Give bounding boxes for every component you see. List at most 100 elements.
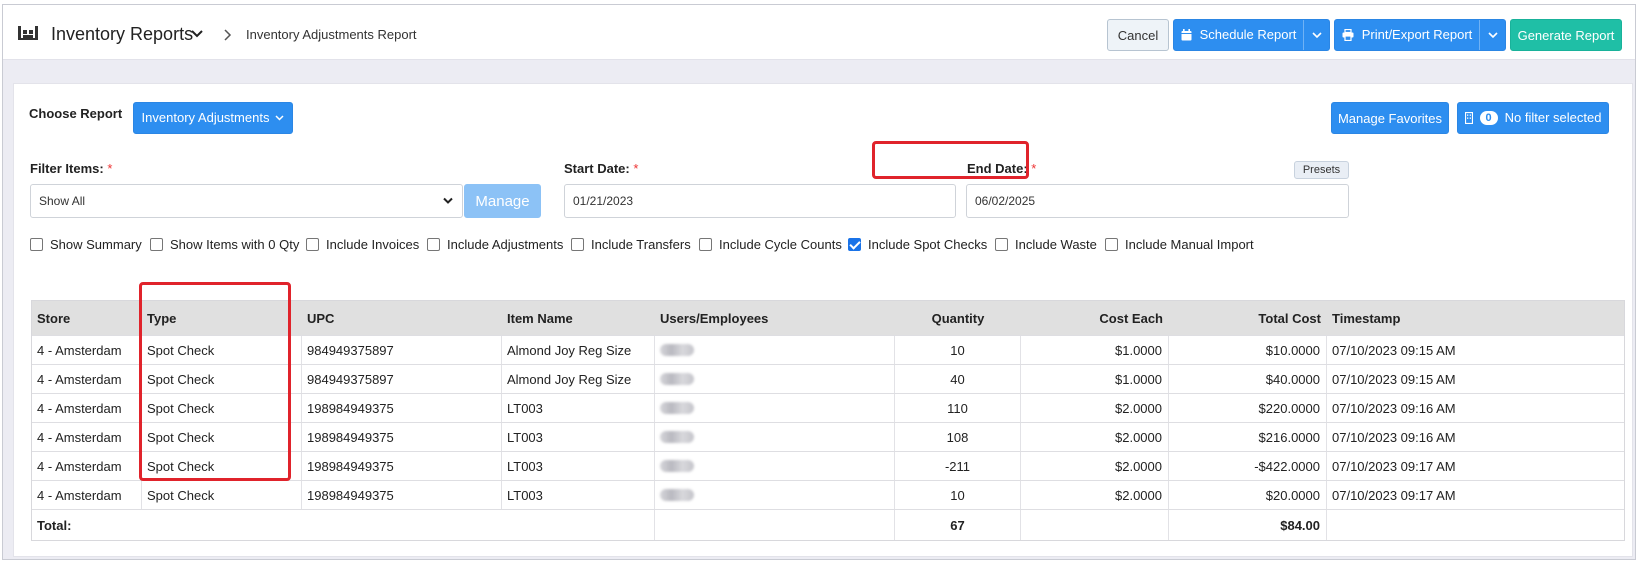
checkbox-box-checked[interactable] (848, 237, 861, 251)
redacted-user (660, 402, 694, 414)
checkbox-label: Include Spot Checks (868, 236, 988, 252)
cell-cost-each: $2.0000 (1021, 481, 1169, 509)
cell-store: 4 - Amsterdam (32, 336, 142, 364)
schedule-report-button[interactable]: Schedule Report (1173, 19, 1330, 51)
filter-items-select[interactable]: Show All (30, 184, 463, 218)
checkbox-box[interactable] (30, 237, 43, 251)
printer-icon (1342, 29, 1354, 41)
cell-store: 4 - Amsterdam (32, 481, 142, 509)
cell-store: 4 - Amsterdam (32, 394, 142, 422)
column-header-timestamp[interactable]: Timestamp (1327, 301, 1626, 335)
column-header-cost-each[interactable]: Cost Each (1021, 301, 1169, 335)
cell-cost-each: $1.0000 (1021, 336, 1169, 364)
print-export-button[interactable]: Print/Export Report (1334, 19, 1506, 51)
cancel-button[interactable]: Cancel (1107, 19, 1169, 51)
column-header-upc[interactable]: UPC (302, 301, 502, 335)
cell-timestamp: 07/10/2023 09:16 AM (1332, 429, 1456, 445)
cell-user (655, 452, 895, 480)
filter-items-label: Filter Items: * (30, 161, 112, 176)
top-bar: Inventory Reports Inventory Adjustments … (3, 5, 1635, 60)
print-dropdown-toggle[interactable] (1479, 20, 1505, 50)
manage-button[interactable]: Manage (464, 184, 541, 218)
cell-cost-each: $2.0000 (1021, 423, 1169, 451)
warehouse-icon (18, 26, 38, 40)
highlight-box-type-column (139, 282, 291, 481)
cell-item-name: Almond Joy Reg Size (502, 365, 655, 393)
cell-upc: 198984949375 (302, 452, 502, 480)
checkbox-box[interactable] (699, 237, 712, 251)
cell-cost-each: $1.0000 (1021, 365, 1169, 393)
checkbox-include-cycle-counts[interactable]: Include Cycle Counts (699, 234, 842, 254)
checkbox-include-spot-checks[interactable]: Include Spot Checks (848, 234, 987, 254)
cell-quantity: 10 (895, 481, 1021, 509)
presets-button[interactable]: Presets (1294, 161, 1349, 179)
redacted-user (660, 431, 694, 443)
checkbox-label: Include Transfers (591, 236, 691, 252)
total-timestamp-cell (1327, 510, 1626, 540)
checkbox-box[interactable] (1105, 237, 1118, 251)
filter-status-button[interactable]: 0 No filter selected (1457, 102, 1609, 134)
checkbox-include-invoices[interactable]: Include Invoices (306, 234, 419, 254)
column-header-users[interactable]: Users/Employees (655, 301, 895, 335)
column-header-quantity[interactable]: Quantity (895, 301, 1021, 335)
column-header-total-cost[interactable]: Total Cost (1169, 301, 1327, 335)
cell-user (655, 336, 895, 364)
filter-status-label: No filter selected (1504, 110, 1602, 125)
cell-upc: 984949375897 (302, 336, 502, 364)
app-title[interactable]: Inventory Reports (51, 24, 193, 45)
cell-total-cost: $40.0000 (1169, 365, 1327, 393)
cell-user (655, 423, 895, 451)
breadcrumb: Inventory Adjustments Report (246, 27, 417, 42)
cell-total-cost: -$422.0000 (1169, 452, 1327, 480)
chevron-right-icon (224, 29, 232, 41)
redacted-user (660, 489, 694, 501)
checkbox-show-summary[interactable]: Show Summary (30, 234, 142, 254)
checkbox-box[interactable] (995, 237, 1008, 251)
cell-user (655, 365, 895, 393)
cell-quantity: 10 (895, 336, 1021, 364)
checkbox-box[interactable] (571, 237, 584, 251)
required-mark: * (1031, 161, 1037, 176)
print-export-label: Print/Export Report (1361, 27, 1473, 42)
cell-total-cost: $10.0000 (1169, 336, 1327, 364)
cell-total-cost: $216.0000 (1169, 423, 1327, 451)
checkbox-box[interactable] (150, 237, 163, 251)
end-date-input[interactable]: 06/02/2025 (966, 184, 1349, 218)
cell-quantity: -211 (895, 452, 1021, 480)
report-select-button[interactable]: Inventory Adjustments (133, 102, 293, 134)
checkbox-include-manual-import[interactable]: Include Manual Import (1105, 234, 1254, 254)
chevron-down-icon[interactable] (190, 29, 204, 39)
generate-report-button[interactable]: Generate Report (1510, 19, 1622, 51)
cell-cost-each: $2.0000 (1021, 394, 1169, 422)
checkbox-include-waste[interactable]: Include Waste (995, 234, 1097, 254)
cell-item-name: LT003 (502, 452, 655, 480)
checkbox-include-adjustments[interactable]: Include Adjustments (427, 234, 563, 254)
checkbox-include-transfers[interactable]: Include Transfers (571, 234, 691, 254)
checkbox-box[interactable] (306, 237, 319, 251)
cell-timestamp: 07/10/2023 09:15 AM (1332, 371, 1456, 387)
cell-item-name: LT003 (502, 423, 655, 451)
cell-store: 4 - Amsterdam (32, 365, 142, 393)
filter-items-label-text: Filter Items: (30, 161, 104, 176)
required-mark: * (633, 161, 639, 176)
checkbox-label: Include Waste (1015, 236, 1097, 252)
total-quantity: 67 (895, 510, 1021, 540)
start-date-input[interactable]: 01/21/2023 (564, 184, 956, 218)
highlight-box-spot-checks (872, 141, 1029, 179)
chevron-down-icon (275, 115, 284, 121)
schedule-dropdown-toggle[interactable] (1303, 20, 1329, 50)
cell-item-name: Almond Joy Reg Size (502, 336, 655, 364)
checkbox-show-zero-qty[interactable]: Show Items with 0 Qty (150, 234, 299, 254)
cell-total-cost: $20.0000 (1169, 481, 1327, 509)
manage-favorites-button[interactable]: Manage Favorites (1331, 102, 1449, 134)
checkbox-box[interactable] (427, 237, 440, 251)
column-header-store[interactable]: Store (32, 301, 142, 335)
cell-item-name: LT003 (502, 481, 655, 509)
required-mark: * (107, 161, 113, 176)
cell-upc: 198984949375 (302, 481, 502, 509)
filter-count-badge: 0 (1479, 111, 1498, 125)
cell-user (655, 394, 895, 422)
chevron-down-icon (443, 197, 453, 204)
total-users-cell (655, 510, 895, 540)
column-header-item-name[interactable]: Item Name (502, 301, 655, 335)
